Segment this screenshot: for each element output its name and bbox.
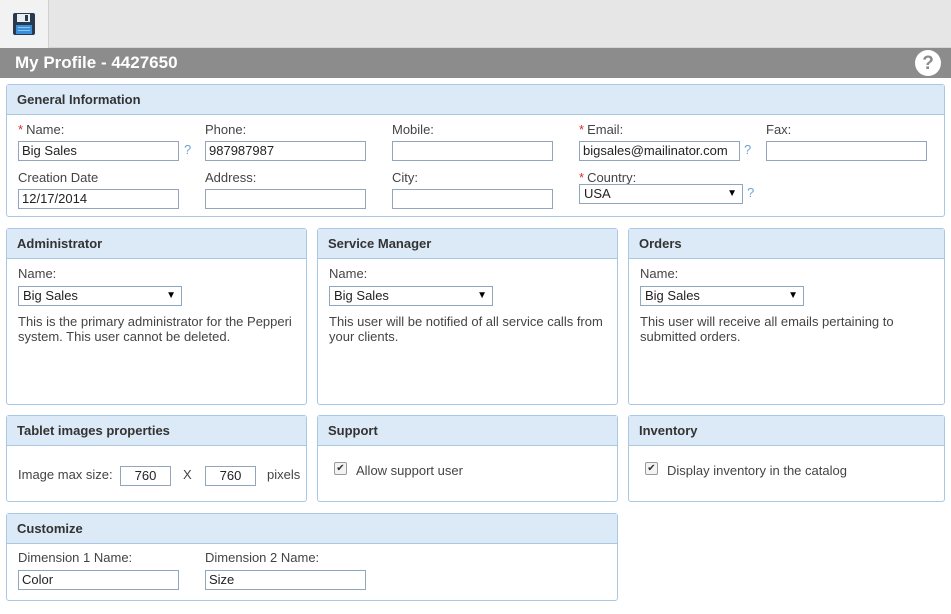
allow-support-checkbox[interactable]: ✔ xyxy=(334,462,347,475)
address-label: Address: xyxy=(205,170,257,185)
panel-title: Tablet images properties xyxy=(7,416,306,446)
checkmark-icon: ✔ xyxy=(647,463,656,474)
panel-title: Support xyxy=(318,416,617,446)
tablet-images-panel: Tablet images properties Image max size:… xyxy=(6,415,307,502)
panel-title: Orders xyxy=(629,229,944,259)
size-separator: X xyxy=(183,467,192,482)
required-marker: * xyxy=(579,170,585,185)
name-label: * Name: xyxy=(18,122,64,137)
chevron-down-icon: ▼ xyxy=(788,290,798,301)
city-label: City: xyxy=(392,170,418,185)
chevron-down-icon: ▼ xyxy=(477,290,487,301)
service-manager-select-value: Big Sales xyxy=(334,288,389,303)
page-header: My Profile - 4427650 ? xyxy=(0,48,951,78)
pixels-unit-label: pixels xyxy=(267,467,301,482)
image-max-size-label: Image max size: xyxy=(18,467,113,482)
country-label: * Country: xyxy=(579,170,636,185)
email-label-text: Email: xyxy=(587,122,624,137)
fax-input[interactable] xyxy=(766,141,927,161)
display-inventory-label[interactable]: Display inventory in the catalog xyxy=(667,463,847,478)
toolbar xyxy=(0,0,951,48)
address-input[interactable] xyxy=(205,189,366,209)
city-input[interactable] xyxy=(392,189,553,209)
checkmark-icon: ✔ xyxy=(336,463,345,474)
panel-title: Administrator xyxy=(7,229,306,259)
mobile-label: Mobile: xyxy=(392,122,434,137)
name-help-icon[interactable]: ? xyxy=(184,142,191,157)
image-height-input[interactable]: 760 xyxy=(205,466,256,486)
support-panel: Support ✔ Allow support user xyxy=(317,415,618,502)
page-title: My Profile - 4427650 xyxy=(15,53,178,72)
display-inventory-checkbox[interactable]: ✔ xyxy=(645,462,658,475)
name-input[interactable]: Big Sales xyxy=(18,141,179,161)
orders-select-value: Big Sales xyxy=(645,288,700,303)
image-width-input[interactable]: 760 xyxy=(120,466,171,486)
phone-label: Phone: xyxy=(205,122,247,137)
dimension1-label: Dimension 1 Name: xyxy=(18,550,133,565)
help-button[interactable]: ? xyxy=(915,50,941,76)
chevron-down-icon: ▼ xyxy=(727,188,737,199)
orders-description: This user will receive all emails pertai… xyxy=(640,314,894,344)
administrator-name-label: Name: xyxy=(18,266,57,281)
service-manager-panel: Service Manager Name: Big Sales ▼ This u… xyxy=(317,228,618,405)
service-manager-select[interactable]: Big Sales ▼ xyxy=(329,286,493,306)
email-help-icon[interactable]: ? xyxy=(744,142,751,157)
administrator-select-value: Big Sales xyxy=(23,288,78,303)
floppy-disk-icon xyxy=(13,13,35,35)
dimension2-input[interactable]: Size xyxy=(205,570,366,590)
orders-name-label: Name: xyxy=(640,266,679,281)
service-manager-name-label: Name: xyxy=(329,266,368,281)
dimension2-label: Dimension 2 Name: xyxy=(205,550,320,565)
fax-label: Fax: xyxy=(766,122,792,137)
mobile-input[interactable] xyxy=(392,141,553,161)
country-select-value: USA xyxy=(584,186,611,201)
panel-title: Service Manager xyxy=(318,229,617,259)
question-mark-icon: ? xyxy=(922,52,934,74)
dimension1-input[interactable]: Color xyxy=(18,570,179,590)
phone-input[interactable]: 987987987 xyxy=(205,141,366,161)
country-select[interactable]: USA ▼ xyxy=(579,184,743,204)
creation-date-label: Creation Date xyxy=(18,170,99,185)
administrator-description: This is the primary administrator for th… xyxy=(18,314,292,344)
country-label-text: Country: xyxy=(587,170,637,185)
administrator-select[interactable]: Big Sales ▼ xyxy=(18,286,182,306)
orders-select[interactable]: Big Sales ▼ xyxy=(640,286,804,306)
panel-title: Customize xyxy=(7,514,617,544)
service-manager-description: This user will be notified of all servic… xyxy=(329,314,603,344)
administrator-panel: Administrator Name: Big Sales ▼ This is … xyxy=(6,228,307,405)
panel-title: Inventory xyxy=(629,416,944,446)
country-help-icon[interactable]: ? xyxy=(747,185,754,200)
email-label: * Email: xyxy=(579,122,623,137)
name-label-text: Name: xyxy=(26,122,65,137)
creation-date-input[interactable]: 12/17/2014 xyxy=(18,189,179,209)
save-button[interactable] xyxy=(0,0,49,48)
inventory-panel: Inventory ✔ Display inventory in the cat… xyxy=(628,415,945,502)
chevron-down-icon: ▼ xyxy=(166,290,176,301)
email-input[interactable]: bigsales@mailinator.com xyxy=(579,141,740,161)
required-marker: * xyxy=(579,122,585,137)
panel-title: General Information xyxy=(7,85,944,115)
required-marker: * xyxy=(18,122,24,137)
orders-panel: Orders Name: Big Sales ▼ This user will … xyxy=(628,228,945,405)
allow-support-label[interactable]: Allow support user xyxy=(356,463,463,478)
general-information-panel: General Information * Name: Big Sales ? P… xyxy=(6,84,945,217)
customize-panel: Customize Dimension 1 Name: Color Dimens… xyxy=(6,513,618,601)
